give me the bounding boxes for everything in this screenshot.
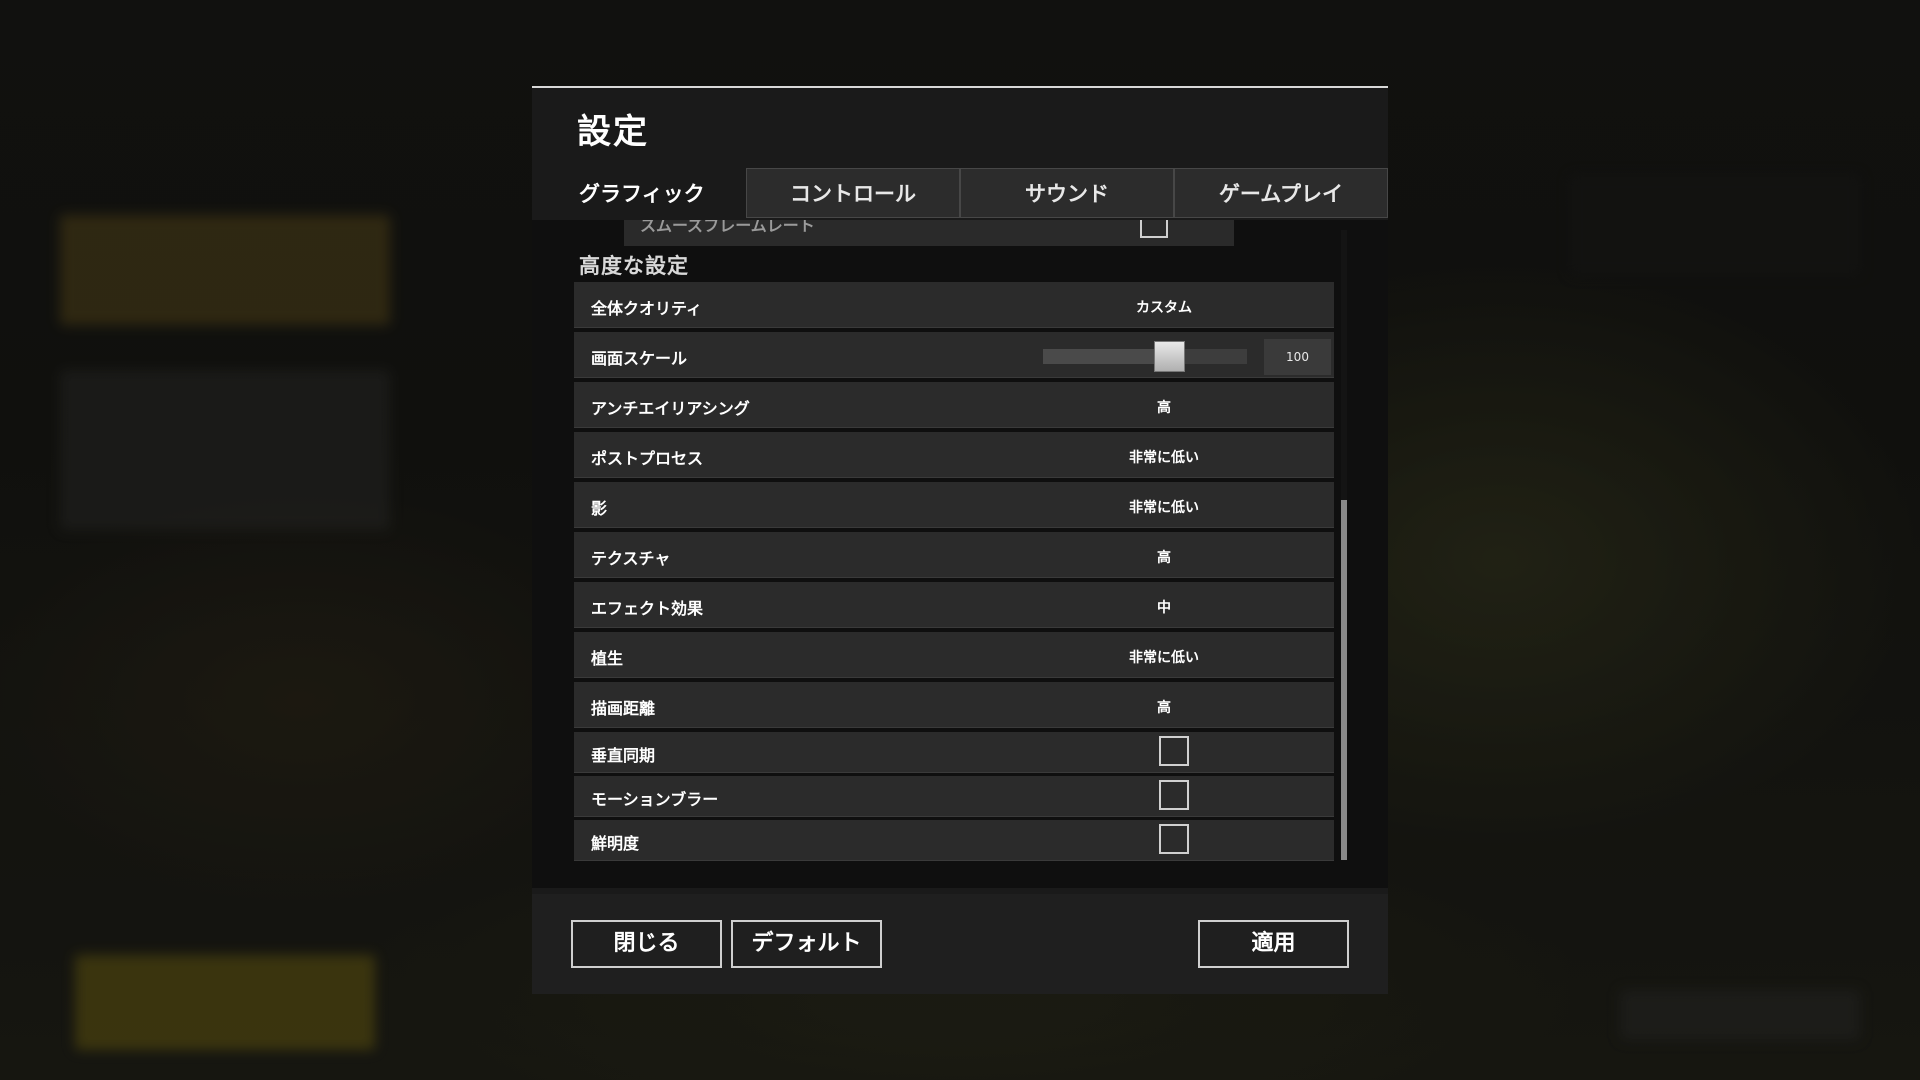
setting-label: エフェクト効果 bbox=[591, 599, 704, 618]
setting-row-motion-blur: モーションブラー bbox=[574, 776, 1334, 817]
post-processing-dropdown[interactable]: 非常に低い bbox=[1094, 447, 1234, 467]
apply-button[interactable]: 適用 bbox=[1198, 920, 1349, 968]
setting-label: 垂直同期 bbox=[591, 746, 656, 765]
setting-row-view-distance: 描画距離 高 bbox=[574, 682, 1334, 728]
setting-row-effects: エフェクト効果 中 bbox=[574, 582, 1334, 628]
shadows-dropdown[interactable]: 非常に低い bbox=[1094, 497, 1234, 517]
setting-label: 影 bbox=[591, 499, 608, 518]
screen-scale-slider-thumb[interactable] bbox=[1154, 341, 1185, 372]
setting-row-textures: テクスチャ 高 bbox=[574, 532, 1334, 578]
overall-quality-dropdown[interactable]: カスタム bbox=[1094, 297, 1234, 317]
textures-dropdown[interactable]: 高 bbox=[1094, 547, 1234, 567]
view-distance-dropdown[interactable]: 高 bbox=[1094, 697, 1234, 717]
setting-label: アンチエイリアシング bbox=[591, 399, 750, 418]
anti-aliasing-dropdown[interactable]: 高 bbox=[1094, 397, 1234, 417]
tab-gameplay[interactable]: ゲームプレイ bbox=[1174, 168, 1388, 218]
screen-scale-value-input[interactable] bbox=[1264, 339, 1331, 375]
setting-row-shadows: 影 非常に低い bbox=[574, 482, 1334, 528]
dialog-top-border bbox=[532, 86, 1388, 88]
setting-row-smooth-framerate: スムーズフレームレート bbox=[624, 220, 1234, 246]
setting-label: 植生 bbox=[591, 649, 624, 668]
setting-label: 全体クオリティ bbox=[591, 299, 703, 318]
sharpness-checkbox[interactable] bbox=[1159, 824, 1189, 854]
tab-controls[interactable]: コントロール bbox=[746, 168, 960, 218]
dialog-title: 設定 bbox=[577, 112, 649, 152]
setting-label: ポストプロセス bbox=[591, 449, 704, 468]
setting-label: スムーズフレームレート bbox=[640, 220, 815, 235]
setting-row-vsync: 垂直同期 bbox=[574, 732, 1334, 773]
settings-scroll-area[interactable]: スムーズフレームレート 高度な設定 全体クオリティ カスタム 画面スケール アン… bbox=[532, 220, 1388, 888]
dialog-footer: 閉じる デフォルト 適用 bbox=[532, 894, 1388, 994]
close-button[interactable]: 閉じる bbox=[571, 920, 722, 968]
setting-row-anti-aliasing: アンチエイリアシング 高 bbox=[574, 382, 1334, 428]
vsync-checkbox[interactable] bbox=[1159, 736, 1189, 766]
setting-row-sharpness: 鮮明度 bbox=[574, 820, 1334, 861]
setting-label: モーションブラー bbox=[591, 790, 719, 809]
screen-scale-slider-track[interactable] bbox=[1043, 349, 1247, 364]
section-title-advanced: 高度な設定 bbox=[579, 254, 689, 278]
setting-row-foliage: 植生 非常に低い bbox=[574, 632, 1334, 678]
settings-tabs: グラフィック コントロール サウンド ゲームプレイ bbox=[532, 168, 1388, 220]
tab-sound[interactable]: サウンド bbox=[960, 168, 1174, 218]
foliage-dropdown[interactable]: 非常に低い bbox=[1094, 647, 1234, 667]
setting-label: 画面スケール bbox=[591, 349, 688, 368]
default-button[interactable]: デフォルト bbox=[731, 920, 882, 968]
screen-scale-slider-fill bbox=[1043, 349, 1166, 364]
smooth-framerate-checkbox[interactable] bbox=[1140, 220, 1168, 238]
motion-blur-checkbox[interactable] bbox=[1159, 780, 1189, 810]
setting-label: 鮮明度 bbox=[591, 834, 640, 853]
settings-dialog: 設定 グラフィック コントロール サウンド ゲームプレイ スムーズフレームレート… bbox=[532, 86, 1388, 994]
setting-row-screen-scale: 画面スケール bbox=[574, 332, 1334, 378]
tab-graphics[interactable]: グラフィック bbox=[532, 168, 746, 218]
setting-label: 描画距離 bbox=[591, 699, 656, 718]
setting-row-post-processing: ポストプロセス 非常に低い bbox=[574, 432, 1334, 478]
effects-dropdown[interactable]: 中 bbox=[1094, 597, 1234, 617]
scrollbar-thumb[interactable] bbox=[1341, 500, 1347, 860]
setting-label: テクスチャ bbox=[591, 549, 671, 568]
setting-row-overall-quality: 全体クオリティ カスタム bbox=[574, 282, 1334, 328]
